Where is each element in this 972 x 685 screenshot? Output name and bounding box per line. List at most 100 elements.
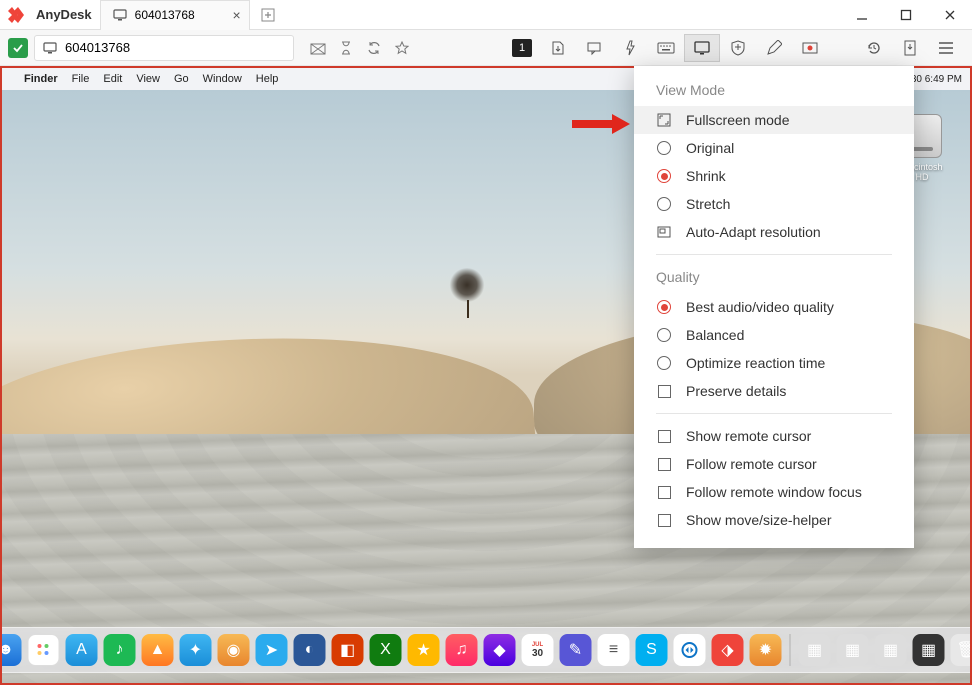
dock-excel-icon[interactable]: X xyxy=(370,634,402,666)
dock-teamviewer-icon[interactable] xyxy=(674,634,706,666)
display-settings-button[interactable] xyxy=(684,34,720,62)
install-button[interactable] xyxy=(892,34,928,62)
favorite-icon[interactable] xyxy=(388,35,416,61)
menu-label: Balanced xyxy=(686,327,744,343)
minimize-button[interactable] xyxy=(840,0,884,30)
permissions-button[interactable] xyxy=(720,34,756,62)
titlebar: AnyDesk 604013768 × xyxy=(0,0,972,30)
address-bar[interactable] xyxy=(34,35,294,61)
tab-close-icon[interactable]: × xyxy=(232,7,240,23)
dock-thumb-icon[interactable]: ▦ xyxy=(837,634,869,666)
dock-vlc-icon[interactable]: ▲ xyxy=(142,634,174,666)
dock-app-icon[interactable]: ★ xyxy=(408,634,440,666)
menu-preserve[interactable]: Preserve details xyxy=(634,377,914,405)
dropdown-separator xyxy=(656,254,892,255)
menu-follow-focus[interactable]: Follow remote window focus xyxy=(634,478,914,506)
menu-shrink[interactable]: Shrink xyxy=(634,162,914,190)
menu-label: Stretch xyxy=(686,196,730,212)
display-settings-dropdown: View Mode Fullscreen mode Original Shrin… xyxy=(634,66,914,548)
screenshot-icon[interactable] xyxy=(304,35,332,61)
mac-menu-item[interactable]: Window xyxy=(203,73,242,85)
annotation-arrow-icon xyxy=(572,112,632,136)
mac-menu-item[interactable]: Go xyxy=(174,73,189,85)
mac-menu-item[interactable]: Finder xyxy=(24,73,58,85)
tab-label: 604013768 xyxy=(135,8,195,22)
dock-appstore-icon[interactable]: A xyxy=(66,634,98,666)
hourglass-icon[interactable] xyxy=(332,35,360,61)
dropdown-separator xyxy=(656,413,892,414)
checkbox-icon xyxy=(658,486,671,499)
mac-menu-item[interactable]: View xyxy=(136,73,160,85)
dock-thumb-icon[interactable]: ▦ xyxy=(875,634,907,666)
radio-icon xyxy=(657,197,671,211)
dock-thumb-icon[interactable]: ▦ xyxy=(913,634,945,666)
dock-anydesk-icon[interactable]: ⬗ xyxy=(712,634,744,666)
dock-app-icon[interactable]: ◆ xyxy=(484,634,516,666)
dock-app-icon[interactable]: ✹ xyxy=(750,634,782,666)
record-button[interactable] xyxy=(792,34,828,62)
menu-fullscreen[interactable]: Fullscreen mode xyxy=(634,106,914,134)
keyboard-button[interactable] xyxy=(648,34,684,62)
menu-optimize[interactable]: Optimize reaction time xyxy=(634,349,914,377)
mac-menu-item[interactable]: File xyxy=(72,73,90,85)
radio-icon xyxy=(657,356,671,370)
menu-stretch[interactable]: Stretch xyxy=(634,190,914,218)
dock-spotify-icon[interactable]: ♪ xyxy=(104,634,136,666)
dock-music-icon[interactable]: ♫ xyxy=(446,634,478,666)
dock-calendar-icon[interactable]: JUL30 xyxy=(522,634,554,666)
monitor-icon xyxy=(43,42,57,54)
dock-skype-icon[interactable]: S xyxy=(636,634,668,666)
mac-menu-item[interactable]: Help xyxy=(256,73,279,85)
menu-label: Shrink xyxy=(686,168,726,184)
dock-office-icon[interactable]: ◧ xyxy=(332,634,364,666)
dock-app-icon[interactable]: ◐ xyxy=(294,634,326,666)
radio-icon xyxy=(657,328,671,342)
checkbox-icon xyxy=(658,385,671,398)
checkbox-icon xyxy=(658,430,671,443)
dock-chrome-icon[interactable]: ◉ xyxy=(218,634,250,666)
connection-status-icon[interactable] xyxy=(8,38,28,58)
menu-label: Follow remote cursor xyxy=(686,456,817,472)
menu-original[interactable]: Original xyxy=(634,134,914,162)
file-transfer-button[interactable] xyxy=(540,34,576,62)
menu-autoadapt[interactable]: Auto-Adapt resolution xyxy=(634,218,914,246)
checkbox-icon xyxy=(658,514,671,527)
menu-best-quality[interactable]: Best audio/video quality xyxy=(634,293,914,321)
mac-menu-item[interactable]: Edit xyxy=(103,73,122,85)
menu-label: Preserve details xyxy=(686,383,786,399)
chat-button[interactable] xyxy=(576,34,612,62)
dock-separator xyxy=(790,634,791,666)
dock-thumb-icon[interactable]: ▦ xyxy=(799,634,831,666)
checkbox-icon xyxy=(658,458,671,471)
menu-show-helper[interactable]: Show move/size-helper xyxy=(634,506,914,534)
sync-icon[interactable] xyxy=(360,35,388,61)
session-tab[interactable]: 604013768 × xyxy=(100,0,250,30)
dock-trash-icon[interactable]: 🗑 xyxy=(951,634,971,666)
menu-label: Original xyxy=(686,140,734,156)
dock-safari-icon[interactable]: ✦ xyxy=(180,634,212,666)
dock-launchpad-icon[interactable] xyxy=(28,634,60,666)
dock-notes-icon[interactable]: ≡ xyxy=(598,634,630,666)
window-controls xyxy=(840,0,972,30)
monitor-select-button[interactable]: 1 xyxy=(504,34,540,62)
menu-show-cursor[interactable]: Show remote cursor xyxy=(634,422,914,450)
menu-balanced[interactable]: Balanced xyxy=(634,321,914,349)
dock-app-icon[interactable]: ✎ xyxy=(560,634,592,666)
address-input[interactable] xyxy=(65,40,285,55)
menu-label: Show move/size-helper xyxy=(686,512,832,528)
menu-follow-cursor[interactable]: Follow remote cursor xyxy=(634,450,914,478)
actions-button[interactable] xyxy=(612,34,648,62)
maximize-button[interactable] xyxy=(884,0,928,30)
menu-label: Show remote cursor xyxy=(686,428,811,444)
new-tab-button[interactable] xyxy=(258,5,278,25)
dropdown-section-header: View Mode xyxy=(634,76,914,106)
resolution-icon xyxy=(656,224,672,240)
mac-dock[interactable]: ☻ A ♪ ▲ ✦ ◉ ➤ ◐ ◧ X ★ ♫ ◆ JUL30 ✎ ≡ S ⬗ … xyxy=(2,627,970,673)
dock-telegram-icon[interactable]: ➤ xyxy=(256,634,288,666)
close-button[interactable] xyxy=(928,0,972,30)
whiteboard-button[interactable] xyxy=(756,34,792,62)
dock-finder-icon[interactable]: ☻ xyxy=(2,634,22,666)
radio-icon xyxy=(657,141,671,155)
history-button[interactable] xyxy=(856,34,892,62)
hamburger-menu-button[interactable] xyxy=(928,34,964,62)
